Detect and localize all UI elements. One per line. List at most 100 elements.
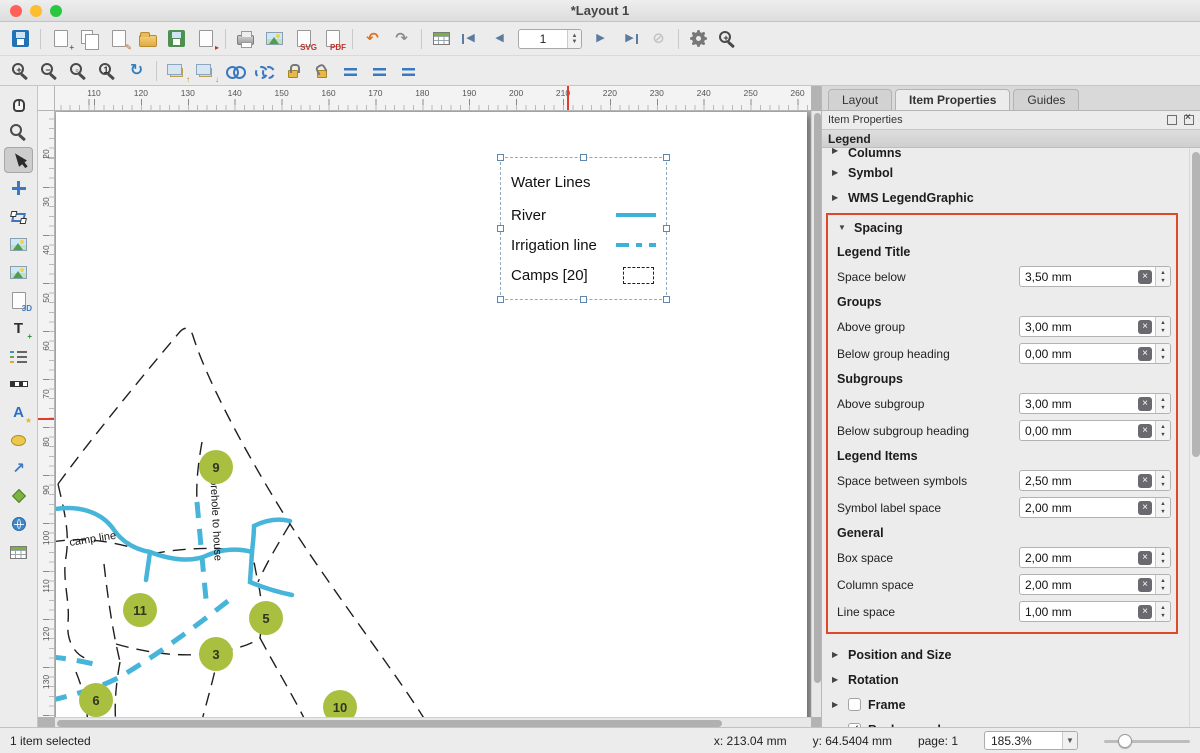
below-subgroup-heading-input[interactable]: 0,00 mm×▲▼ xyxy=(1019,420,1171,441)
clear-icon[interactable]: × xyxy=(1138,270,1152,284)
section-wms-legendgraphic[interactable]: ▶WMS LegendGraphic xyxy=(822,185,1188,210)
stepper-icon[interactable]: ▲▼ xyxy=(1155,575,1170,594)
ungroup-items-button[interactable] xyxy=(249,58,278,84)
background-checkbox[interactable] xyxy=(848,723,861,727)
add-html-button[interactable] xyxy=(4,511,33,537)
clear-icon[interactable]: × xyxy=(1138,320,1152,334)
column-space-input[interactable]: 2,00 mm×▲▼ xyxy=(1019,574,1171,595)
add-legend-button[interactable] xyxy=(4,343,33,369)
minimize-window-button[interactable] xyxy=(30,5,42,17)
export-as-pdf-button[interactable]: PDF xyxy=(318,26,347,52)
redo-button[interactable]: ↷ xyxy=(387,26,416,52)
zoom-actual-button[interactable]: 1 xyxy=(93,58,122,84)
add-picture-button[interactable] xyxy=(4,259,33,285)
add-attribute-table-button[interactable] xyxy=(4,539,33,565)
stepper-icon[interactable]: ▲▼ xyxy=(1155,394,1170,413)
add-items-from-template-button[interactable]: ▸ xyxy=(191,26,220,52)
stepper-icon[interactable]: ▲▼ xyxy=(1155,421,1170,440)
tab-guides[interactable]: Guides xyxy=(1013,89,1079,110)
frame-checkbox[interactable] xyxy=(848,698,861,711)
section-spacing[interactable]: ▼Spacing xyxy=(828,215,1171,240)
close-panel-icon[interactable] xyxy=(1184,115,1194,125)
resize-handle[interactable] xyxy=(580,154,587,161)
pan-layout-button[interactable] xyxy=(4,91,33,117)
section-rotation[interactable]: ▶Rotation xyxy=(822,667,1188,692)
zoom-level-combobox[interactable]: 185.3% ▼ xyxy=(984,731,1078,750)
close-window-button[interactable] xyxy=(10,5,22,17)
line-space-input[interactable]: 1,00 mm×▲▼ xyxy=(1019,601,1171,622)
vertical-scrollbar[interactable] xyxy=(811,111,821,717)
resize-handle[interactable] xyxy=(497,154,504,161)
slider-thumb[interactable] xyxy=(1118,734,1132,748)
save-project-button[interactable] xyxy=(6,26,35,52)
stepper-icon[interactable]: ▲▼ xyxy=(1155,548,1170,567)
resize-handle[interactable] xyxy=(663,296,670,303)
refresh-view-button[interactable]: ↻ xyxy=(122,58,151,84)
resize-items-button[interactable] xyxy=(394,58,423,84)
stepper-icon[interactable]: ▲▼ xyxy=(1155,498,1170,517)
add-node-item-button[interactable] xyxy=(4,483,33,509)
chevron-down-icon[interactable]: ▼ xyxy=(1062,732,1077,749)
print-layout-button[interactable] xyxy=(231,26,260,52)
next-feature-button[interactable]: ▶ xyxy=(586,26,615,52)
add-map-button[interactable] xyxy=(4,231,33,257)
move-item-content-button[interactable] xyxy=(4,175,33,201)
tab-item-properties[interactable]: Item Properties xyxy=(895,89,1010,110)
undo-button[interactable]: ↶ xyxy=(358,26,387,52)
clear-icon[interactable]: × xyxy=(1138,605,1152,619)
clear-icon[interactable]: × xyxy=(1138,551,1152,565)
clear-icon[interactable]: × xyxy=(1138,347,1152,361)
distribute-items-button[interactable] xyxy=(365,58,394,84)
canvas-viewport[interactable]: camp line Borehole to house 91153610 xyxy=(55,111,811,717)
stepper-icon[interactable]: ▲▼ xyxy=(1155,344,1170,363)
spinner-icon[interactable]: ▲▼ xyxy=(567,30,581,48)
open-layout-button[interactable] xyxy=(133,26,162,52)
zoom-slider[interactable] xyxy=(1104,733,1190,749)
section-background[interactable]: ▶Background xyxy=(822,717,1188,727)
atlas-settings-button[interactable] xyxy=(684,26,713,52)
section-columns[interactable]: ▶Columns xyxy=(822,148,1188,160)
zoom-full-button[interactable]: ▫ xyxy=(64,58,93,84)
group-items-button[interactable] xyxy=(220,58,249,84)
lower-items-button[interactable]: ↓ xyxy=(191,58,220,84)
resize-handle[interactable] xyxy=(663,154,670,161)
clear-icon[interactable]: × xyxy=(1138,424,1152,438)
map-item[interactable]: camp line Borehole to house 91153610 xyxy=(56,112,807,717)
section-frame[interactable]: ▶Frame xyxy=(822,692,1188,717)
resize-handle[interactable] xyxy=(663,225,670,232)
select-move-item-button[interactable] xyxy=(4,147,33,173)
above-subgroup-input[interactable]: 3,00 mm×▲▼ xyxy=(1019,393,1171,414)
panel-scrollbar[interactable] xyxy=(1189,148,1200,727)
align-items-button[interactable] xyxy=(336,58,365,84)
save-as-template-button[interactable] xyxy=(162,26,191,52)
add-shape-button[interactable] xyxy=(4,427,33,453)
zoom-tool-button[interactable] xyxy=(4,119,33,145)
below-group-heading-input[interactable]: 0,00 mm×▲▼ xyxy=(1019,343,1171,364)
float-panel-icon[interactable] xyxy=(1167,115,1177,125)
horizontal-scrollbar[interactable] xyxy=(55,717,811,727)
previous-feature-button[interactable]: ◀ xyxy=(485,26,514,52)
add-label-button[interactable]: T+ xyxy=(4,315,33,341)
first-feature-button[interactable]: ◀ xyxy=(456,26,485,52)
clear-icon[interactable]: × xyxy=(1138,397,1152,411)
box-space-input[interactable]: 2,00 mm×▲▼ xyxy=(1019,547,1171,568)
raise-items-button[interactable]: ↑ xyxy=(162,58,191,84)
lock-items-button[interactable] xyxy=(278,58,307,84)
unlock-items-button[interactable] xyxy=(307,58,336,84)
scrollbar-thumb[interactable] xyxy=(57,720,722,727)
stepper-icon[interactable]: ▲▼ xyxy=(1155,267,1170,286)
add-arrow-button[interactable]: ↗ xyxy=(4,455,33,481)
export-as-image-button[interactable] xyxy=(260,26,289,52)
tab-layout[interactable]: Layout xyxy=(828,89,892,110)
resize-handle[interactable] xyxy=(497,296,504,303)
add-north-arrow-button[interactable]: A★ xyxy=(4,399,33,425)
clear-icon[interactable]: × xyxy=(1138,501,1152,515)
preview-atlas-button[interactable] xyxy=(427,26,456,52)
space-below-input[interactable]: 3,50 mm×▲▼ xyxy=(1019,266,1171,287)
add-3d-map-button[interactable]: 3D xyxy=(4,287,33,313)
resize-handle[interactable] xyxy=(580,296,587,303)
last-feature-button[interactable]: ▶ xyxy=(615,26,644,52)
zoom-window-button[interactable] xyxy=(50,5,62,17)
stepper-icon[interactable]: ▲▼ xyxy=(1155,602,1170,621)
new-layout-button[interactable]: + xyxy=(46,26,75,52)
